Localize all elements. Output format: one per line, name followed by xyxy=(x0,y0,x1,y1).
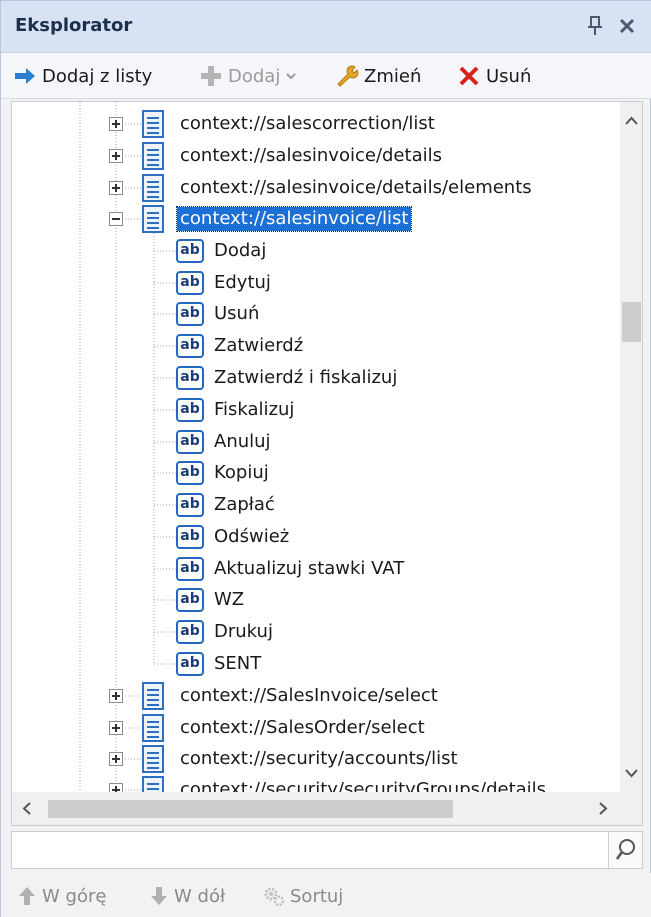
wrench-icon xyxy=(337,65,359,87)
tree-child-label[interactable]: Odśwież xyxy=(214,525,289,549)
document-list-icon xyxy=(142,142,164,170)
tree-child-label[interactable]: WZ xyxy=(214,588,244,612)
tree-child-label[interactable]: Aktualizuj stawki VAT xyxy=(214,557,404,581)
action-icon: ab xyxy=(176,271,204,295)
action-icon: ab xyxy=(176,398,204,422)
collapse-toggle[interactable] xyxy=(109,212,123,226)
scroll-left-arrow-icon[interactable] xyxy=(22,802,32,815)
document-list-icon xyxy=(142,110,164,138)
move-up-button[interactable]: W górę xyxy=(17,883,106,909)
toolbar: Dodaj z listy Dodaj Zmień Usuń xyxy=(1,53,651,99)
tree-child-label[interactable]: Kopiuj xyxy=(214,461,269,485)
arrow-down-icon xyxy=(151,887,167,905)
tree-child-label[interactable]: Drukuj xyxy=(214,620,273,644)
expand-toggle[interactable] xyxy=(109,752,123,766)
tree-node-label[interactable]: context://SalesOrder/select xyxy=(180,716,425,740)
document-list-icon xyxy=(142,205,164,233)
search-input[interactable] xyxy=(12,832,607,868)
search-button[interactable] xyxy=(608,832,642,868)
action-icon: ab xyxy=(176,334,204,358)
vertical-scrollbar[interactable] xyxy=(620,102,642,792)
gears-icon xyxy=(264,887,285,907)
change-button[interactable]: Zmień xyxy=(335,61,421,91)
action-icon: ab xyxy=(176,302,204,326)
tree-node-label[interactable]: context://security/accounts/list xyxy=(180,747,458,771)
search-box xyxy=(11,831,643,869)
action-icon: ab xyxy=(176,239,204,263)
move-down-button[interactable]: W dół xyxy=(149,883,225,909)
action-icon: ab xyxy=(176,557,204,581)
arrow-right-icon xyxy=(15,68,35,84)
expand-toggle[interactable] xyxy=(109,117,123,131)
arrow-up-icon xyxy=(19,887,35,905)
horizontal-scroll-thumb[interactable] xyxy=(48,800,453,818)
tree-child-label[interactable]: Zapłać xyxy=(214,493,275,517)
tree-child-label[interactable]: Usuń xyxy=(214,302,259,326)
action-icon: ab xyxy=(176,588,204,612)
tree-node-label-selected[interactable]: context://salesinvoice/list xyxy=(175,206,413,232)
change-label: Zmień xyxy=(364,65,422,87)
delete-button[interactable]: Usuń xyxy=(457,61,531,91)
tree-node-partial: context://security/securityGroups/detail… xyxy=(12,774,620,792)
action-icon: ab xyxy=(176,525,204,549)
tree-node-label[interactable]: context://SalesInvoice/select xyxy=(180,684,438,708)
delete-label: Usuń xyxy=(486,65,532,87)
action-icon: ab xyxy=(176,652,204,676)
tree-node-label[interactable]: context://salesinvoice/details/elements xyxy=(180,176,532,200)
document-list-icon xyxy=(142,776,164,792)
tree-child-label[interactable]: Edytuj xyxy=(214,271,271,295)
tree-node-label[interactable]: context://salescorrection/list xyxy=(180,112,435,136)
tree-child-label[interactable]: Zatwierdź i fiskalizuj xyxy=(214,366,397,390)
tree-node-label[interactable]: context://salesinvoice/details xyxy=(180,144,442,168)
action-icon: ab xyxy=(176,461,204,485)
document-list-icon xyxy=(142,682,164,710)
delete-x-icon xyxy=(459,66,479,86)
tree-child-label[interactable]: Dodaj xyxy=(214,239,266,263)
tree-child-label[interactable]: SENT xyxy=(214,652,261,676)
tree-child-label[interactable]: Zatwierdź xyxy=(214,334,303,358)
expand-toggle[interactable] xyxy=(109,149,123,163)
panel-title: Eksplorator xyxy=(15,15,133,36)
add-label: Dodaj xyxy=(228,65,281,87)
sort-label: Sortuj xyxy=(290,885,344,907)
search-icon xyxy=(615,839,635,860)
chevron-down-icon[interactable] xyxy=(285,70,297,82)
action-icon: ab xyxy=(176,366,204,390)
move-down-label: W dół xyxy=(174,885,226,907)
tree-node-label[interactable]: context://security/securityGroups/detail… xyxy=(180,778,546,792)
plus-icon xyxy=(201,66,221,86)
add-from-list-label: Dodaj z listy xyxy=(42,65,153,87)
vertical-scroll-thumb[interactable] xyxy=(622,302,641,342)
explorer-panel: Eksplorator Dodaj z listy Dodaj Zmień Us… xyxy=(0,0,651,917)
expand-toggle[interactable] xyxy=(109,721,123,735)
document-list-icon xyxy=(142,745,164,773)
horizontal-scrollbar[interactable] xyxy=(12,792,642,825)
move-up-label: W górę xyxy=(42,885,107,907)
document-list-icon xyxy=(142,174,164,202)
add-from-list-button[interactable]: Dodaj z listy xyxy=(13,61,152,91)
action-icon: ab xyxy=(176,430,204,454)
scroll-right-arrow-icon[interactable] xyxy=(598,802,608,815)
scroll-up-arrow-icon[interactable] xyxy=(625,116,638,126)
tree-child-label[interactable]: Fiskalizuj xyxy=(214,398,294,422)
close-icon[interactable] xyxy=(617,16,637,36)
pin-icon[interactable] xyxy=(585,15,605,37)
bottom-toolbar: W górę W dół Sortuj xyxy=(1,873,651,917)
tree-view: context://salescorrection/list context:/… xyxy=(11,101,643,826)
sort-button[interactable]: Sortuj xyxy=(263,883,343,909)
expand-toggle[interactable] xyxy=(109,689,123,703)
document-list-icon xyxy=(142,714,164,742)
title-bar: Eksplorator xyxy=(1,1,651,53)
expand-toggle[interactable] xyxy=(109,783,123,792)
tree-child-label[interactable]: Anuluj xyxy=(214,430,271,454)
add-button[interactable]: Dodaj xyxy=(199,61,297,91)
action-icon: ab xyxy=(176,493,204,517)
expand-toggle[interactable] xyxy=(109,181,123,195)
action-icon: ab xyxy=(176,620,204,644)
scroll-down-arrow-icon[interactable] xyxy=(625,768,638,778)
